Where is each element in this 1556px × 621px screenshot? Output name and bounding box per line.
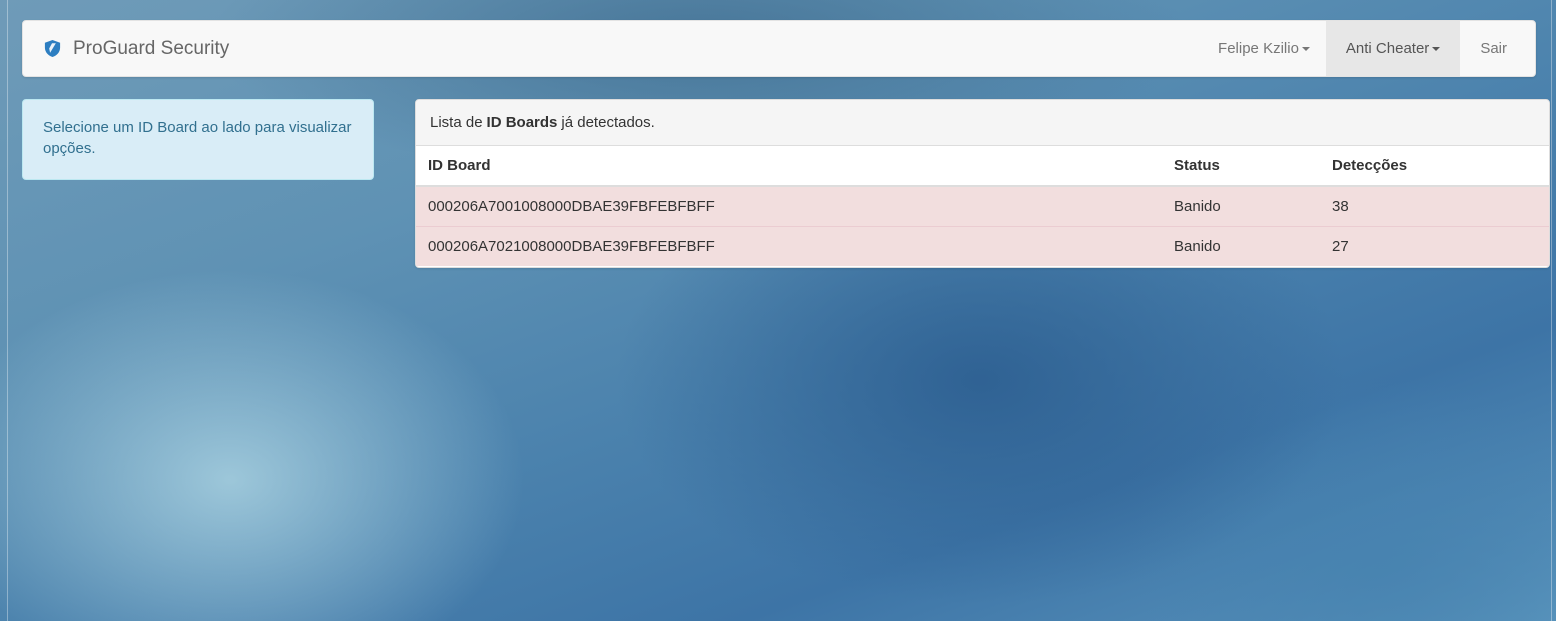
column-header-id-board: ID Board [416, 146, 1162, 187]
caret-down-icon [1432, 46, 1441, 51]
panel-heading-prefix: Lista de [430, 114, 483, 131]
top-navbar: ProGuard Security Felipe Kzilio Anti Che… [22, 20, 1536, 77]
anticheat-menu-dropdown[interactable]: Anti Cheater [1325, 21, 1461, 76]
table-row[interactable]: 000206A7001008000DBAE39FBFEBFBFF Banido … [416, 185, 1549, 226]
column-header-detections: Detecções [1320, 146, 1549, 187]
logout-label: Sair [1480, 40, 1507, 57]
panel-heading-bold: ID Boards [486, 114, 558, 131]
cell-status: Banido [1162, 225, 1320, 266]
caret-down-icon [1301, 46, 1310, 51]
anticheat-menu-label: Anti Cheater [1345, 40, 1430, 57]
user-menu-label: Felipe Kzilio [1218, 40, 1299, 57]
cell-id-board: 000206A7001008000DBAE39FBFEBFBFF [416, 185, 1162, 226]
cell-status: Banido [1162, 185, 1320, 226]
panel-heading: Lista de ID Boards já detectados. [416, 100, 1549, 146]
logout-link[interactable]: Sair [1460, 21, 1535, 76]
panel-heading-suffix: já detectados. [561, 114, 655, 131]
page-frame [7, 0, 1552, 621]
id-boards-panel: Lista de ID Boards já detectados. ID Boa… [415, 99, 1550, 268]
brand-link[interactable]: ProGuard Security [23, 21, 229, 76]
cell-detections: 27 [1320, 225, 1549, 266]
cell-id-board: 000206A7021008000DBAE39FBFEBFBFF [416, 225, 1162, 266]
cell-detections: 38 [1320, 185, 1549, 226]
brand-name: ProGuard Security [73, 37, 230, 59]
id-boards-table: ID Board Status Detecções 000206A7001008… [416, 146, 1549, 266]
table-header-row: ID Board Status Detecções [416, 146, 1549, 187]
column-header-status: Status [1162, 146, 1320, 187]
table-row[interactable]: 000206A7021008000DBAE39FBFEBFBFF Banido … [416, 225, 1549, 266]
info-alert-text: Selecione um ID Board ao lado para visua… [43, 119, 352, 157]
shield-icon [43, 39, 62, 58]
info-alert: Selecione um ID Board ao lado para visua… [22, 99, 374, 180]
nav-right: Felipe Kzilio Anti Cheater Sair [1202, 21, 1535, 76]
user-menu-dropdown[interactable]: Felipe Kzilio [1202, 21, 1326, 76]
